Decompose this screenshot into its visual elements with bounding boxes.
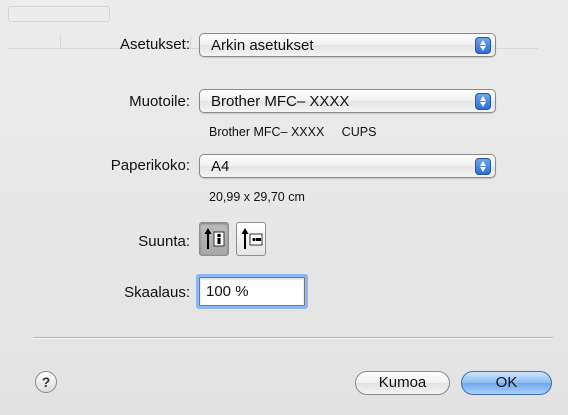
background-popup-ghost (8, 6, 110, 22)
ok-button[interactable]: OK (461, 371, 552, 395)
scale-input[interactable] (199, 277, 305, 306)
settings-popup[interactable]: Arkin asetukset (199, 33, 496, 57)
portrait-orientation-icon (204, 228, 225, 249)
paper-dimensions: 20,99 x 29,70 cm (209, 190, 305, 204)
cancel-button[interactable]: Kumoa (355, 371, 450, 395)
ruler-tick (190, 36, 191, 48)
orientation-label: Suunta: (138, 233, 190, 250)
settings-label: Asetukset: (119, 36, 190, 53)
help-button[interactable]: ? (35, 371, 57, 393)
popup-arrows-icon (475, 93, 491, 110)
printer-popup-value: Brother MFC– XXXX (211, 93, 350, 110)
printer-label: Muotoile: (129, 93, 190, 110)
divider-highlight (33, 338, 553, 339)
portrait-orientation-button[interactable] (199, 222, 229, 256)
landscape-orientation-icon (241, 228, 263, 249)
paper-size-popup-value: A4 (211, 158, 230, 175)
printer-popup[interactable]: Brother MFC– XXXX (199, 89, 496, 113)
paper-size-popup[interactable]: A4 (199, 154, 496, 178)
settings-popup-value: Arkin asetukset (211, 37, 314, 54)
popup-arrows-icon (475, 37, 491, 54)
landscape-orientation-button[interactable] (236, 222, 266, 256)
printer-info: Brother MFC– XXXX CUPS (209, 125, 377, 139)
scale-label: Skaalaus: (124, 284, 190, 301)
paper-size-label: Paperikoko: (110, 157, 190, 174)
popup-arrows-icon (475, 158, 491, 175)
page-setup-sheet: Asetukset: Arkin asetukset Muotoile: Bro… (0, 0, 568, 415)
